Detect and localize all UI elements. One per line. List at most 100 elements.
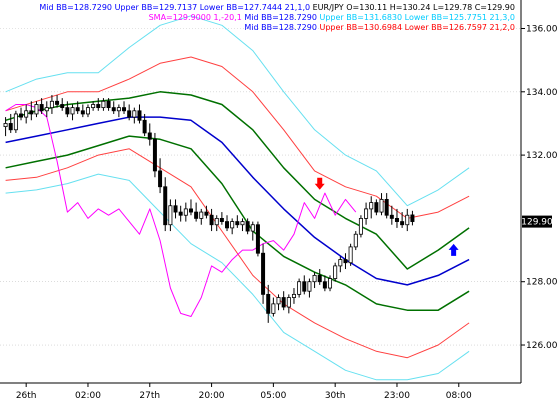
- candle-body: [369, 202, 374, 210]
- candle-body: [168, 205, 173, 226]
- plot-background: [0, 0, 521, 383]
- x-tick-label: 23:00: [384, 391, 410, 401]
- candle-body: [142, 119, 147, 134]
- candle: [13, 110, 18, 133]
- candle-body: [111, 107, 116, 112]
- candle-body: [291, 293, 296, 298]
- y-axis-ticks: 136.00 134.00 132.00 128.00 126.00: [521, 24, 558, 351]
- legend-row: Mid BB=128.7290 Upper BB=129.7137 Lower …: [39, 3, 515, 12]
- candle-body: [34, 104, 39, 115]
- candle-body: [106, 100, 111, 109]
- y-tick-label: 132.00: [526, 151, 558, 161]
- current-price-label: 129.90: [521, 218, 553, 228]
- candle-body: [214, 218, 219, 226]
- candle-body: [405, 214, 410, 226]
- candle-body: [348, 246, 353, 264]
- candle-body: [379, 199, 384, 213]
- candle-body: [384, 199, 389, 216]
- candle: [297, 278, 302, 298]
- candle-body: [199, 211, 204, 219]
- candle-body: [338, 259, 343, 267]
- y-tick-label: 136.00: [526, 24, 558, 34]
- candle-body: [364, 208, 369, 219]
- legend-entry: Mid BB=128.7290: [242, 13, 317, 22]
- candle-body: [261, 252, 266, 295]
- legend-entry: Mid BB=128.7290: [244, 23, 317, 32]
- candle-body: [328, 278, 333, 289]
- candle-body: [302, 281, 307, 292]
- y-tick-label: 134.00: [526, 88, 558, 98]
- candle-body: [240, 221, 245, 226]
- x-axis-ticks: 26th 02:00 27th 20:00 05:00 30th 23:00 08:00: [16, 383, 472, 401]
- candle-body: [312, 274, 317, 283]
- candle-body: [24, 110, 29, 118]
- candle: [353, 231, 358, 251]
- candle-body: [132, 110, 137, 118]
- candle-body: [65, 107, 70, 115]
- candle: [152, 132, 157, 178]
- candle-body: [85, 107, 90, 115]
- x-tick-label: 30th: [325, 391, 346, 401]
- candle-body: [230, 221, 235, 229]
- candle-body: [307, 281, 312, 292]
- candle-body: [3, 123, 8, 128]
- candle-body: [194, 211, 199, 219]
- candle-body: [137, 110, 142, 121]
- legend-row: Mid BB=128.7290 Upper BB=130.6984 Lower …: [244, 23, 515, 32]
- legend-entry: Upper BB=131.6830 Lower BB=125.7751 21,3…: [317, 13, 515, 22]
- candle-body: [163, 186, 168, 226]
- candle-body: [183, 208, 188, 216]
- candle-body: [333, 265, 338, 279]
- x-tick-label: 05:00: [260, 391, 286, 401]
- x-tick-label: 08:00: [446, 391, 472, 401]
- candle-body: [250, 224, 255, 232]
- candle-body: [410, 214, 415, 222]
- candle-body: [60, 104, 65, 109]
- candle-body: [286, 297, 291, 308]
- candle-body: [96, 104, 101, 109]
- candle-body: [152, 138, 157, 172]
- candle: [333, 262, 338, 282]
- candle-body: [266, 293, 271, 314]
- candle-body: [209, 214, 214, 226]
- candle-body: [49, 100, 54, 109]
- current-price-marker: 129.90: [521, 215, 553, 228]
- candle-body: [127, 110, 132, 118]
- candle-body: [19, 113, 24, 118]
- candle-body: [147, 132, 152, 140]
- candle-body: [271, 303, 276, 314]
- candle-body: [188, 208, 193, 213]
- candle-body: [75, 107, 80, 112]
- candle-body: [13, 113, 18, 131]
- candle-body: [389, 214, 394, 219]
- x-tick-label: 26th: [16, 391, 37, 401]
- candle-body: [374, 202, 379, 213]
- candle-body: [322, 281, 327, 289]
- candle-body: [297, 281, 302, 295]
- x-tick-label: 27th: [139, 391, 160, 401]
- candle-body: [29, 110, 34, 115]
- bollinger-chart: 136.00 134.00 132.00 128.00 126.00 26th 02:00…: [0, 0, 558, 401]
- y-tick-label: 126.00: [526, 341, 558, 351]
- candle-body: [317, 274, 322, 283]
- candle-body: [101, 100, 106, 109]
- candle-body: [225, 221, 230, 229]
- legend-entry: Upper BB=130.6984 Lower BB=126.7597 21,2…: [317, 23, 515, 32]
- legend-entry: SMA=129.9000 1,-20,1: [149, 13, 242, 22]
- candle-body: [122, 107, 127, 112]
- candle-body: [39, 104, 44, 112]
- candle-body: [276, 297, 281, 305]
- x-tick-label: 02:00: [75, 391, 101, 401]
- candle-body: [255, 224, 260, 254]
- x-tick-label: 20:00: [199, 391, 225, 401]
- candle-body: [400, 221, 405, 226]
- candle-body: [55, 100, 60, 105]
- candle-body: [343, 259, 348, 264]
- candle-body: [158, 170, 163, 188]
- candle-body: [80, 110, 85, 115]
- candle-body: [70, 107, 75, 115]
- candle-body: [173, 205, 178, 213]
- candle-body: [235, 221, 240, 226]
- candle: [358, 215, 363, 238]
- candle-body: [44, 107, 49, 112]
